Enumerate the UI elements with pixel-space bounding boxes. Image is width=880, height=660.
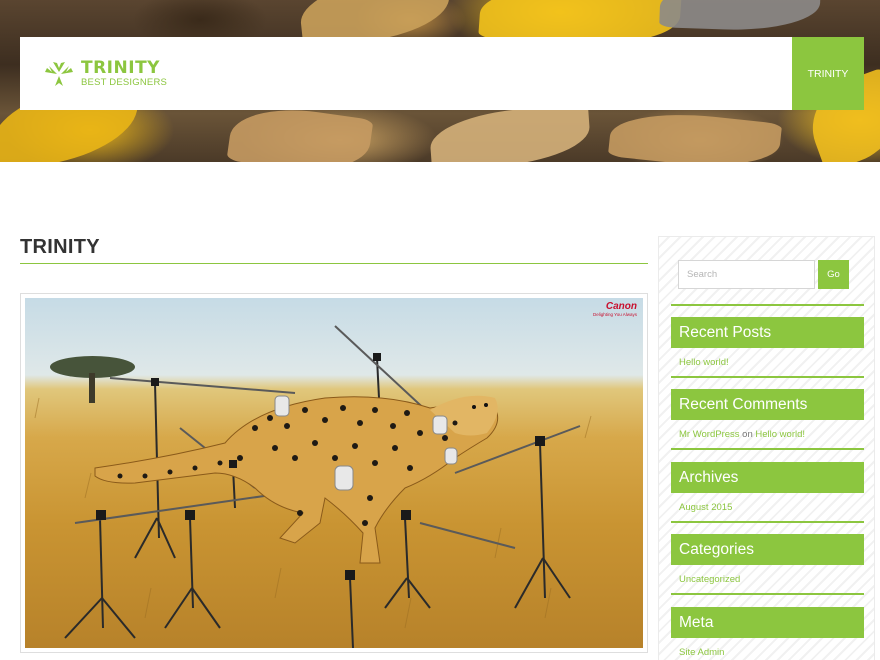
logo-subtitle: BEST DESIGNERS xyxy=(81,76,168,88)
meta-site-admin-link[interactable]: Site Admin xyxy=(679,647,724,658)
recent-post-link[interactable]: Hello world! xyxy=(679,357,729,368)
divider xyxy=(671,521,864,523)
post-title[interactable]: TRINITY xyxy=(20,236,648,264)
site-header: TRINITY BEST DESIGNERS TRINITY xyxy=(20,37,864,110)
trinity-logo-icon xyxy=(41,59,77,89)
divider xyxy=(671,304,864,306)
site-logo[interactable]: TRINITY BEST DESIGNERS xyxy=(20,37,792,110)
widget-title: Recent Comments xyxy=(671,389,864,420)
divider xyxy=(671,376,864,378)
cheetah-tripods-illustration xyxy=(34,325,592,648)
widget-title: Categories xyxy=(671,534,864,565)
search-form: Go xyxy=(678,260,849,289)
comment-author-link[interactable]: Mr WordPress xyxy=(679,429,740,440)
widget-recent-comments: Recent Comments Mr WordPress on Hello wo… xyxy=(671,389,864,450)
widget-title: Archives xyxy=(671,462,864,493)
search-input[interactable] xyxy=(678,260,815,289)
widget-title: Recent Posts xyxy=(671,317,864,348)
comment-post-link[interactable]: Hello world! xyxy=(755,429,805,440)
sidebar: Go Recent Posts Hello world! Recent Comm… xyxy=(658,236,875,660)
widget-recent-posts: Recent Posts Hello world! xyxy=(671,317,864,378)
widget-archives: Archives August 2015 xyxy=(671,462,864,523)
divider xyxy=(671,593,864,595)
widget-title: Meta xyxy=(671,607,864,638)
comment-on-text: on xyxy=(742,429,753,440)
archive-link[interactable]: August 2015 xyxy=(679,502,732,513)
featured-image[interactable]: Canon Delighting You Always xyxy=(25,298,643,648)
logo-title: TRINITY xyxy=(81,57,160,78)
nav-item-trinity[interactable]: TRINITY xyxy=(792,37,864,110)
category-link[interactable]: Uncategorized xyxy=(679,574,740,585)
search-go-button[interactable]: Go xyxy=(818,260,849,289)
featured-image-frame: Canon Delighting You Always xyxy=(20,293,648,653)
divider xyxy=(671,448,864,450)
widget-meta: Meta Site Admin xyxy=(671,607,864,660)
widget-categories: Categories Uncategorized xyxy=(671,534,864,595)
